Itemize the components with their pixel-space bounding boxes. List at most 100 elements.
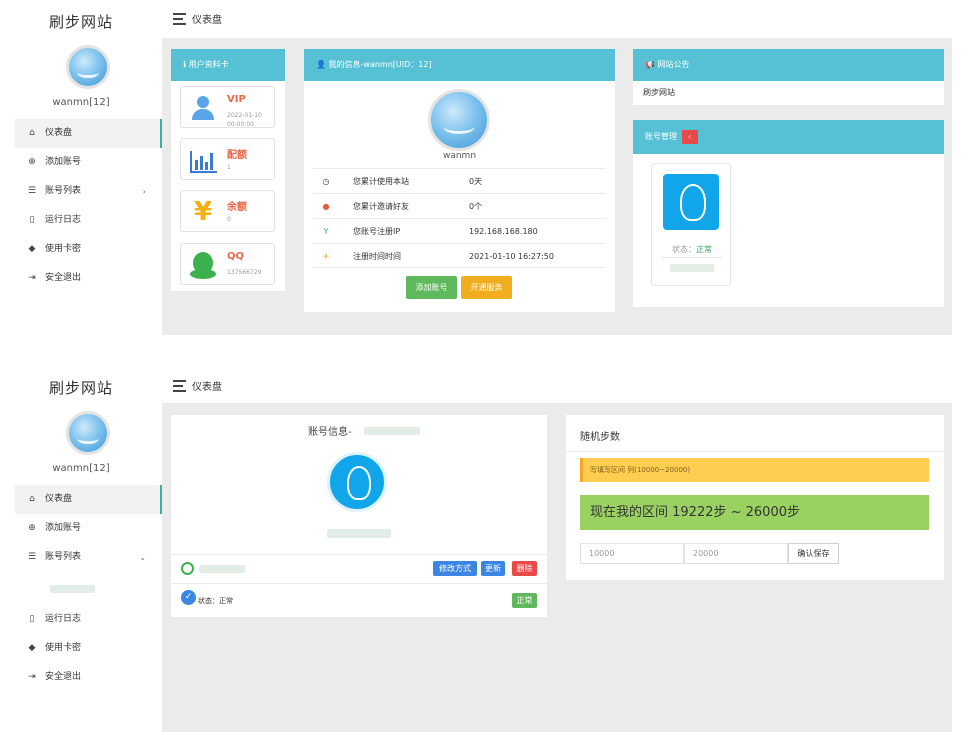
brand-title: 刷步网站 (48, 13, 113, 31)
top-bar: 仪表盘 (162, 367, 952, 403)
status-badge: 正常 (512, 593, 537, 608)
exit-icon: ⇥ (28, 672, 36, 682)
sidebar-item-run-log[interactable]: ▯ 运行日志 (15, 605, 162, 634)
plane-icon: ✈ (322, 252, 330, 261)
sidebar-item-use-card[interactable]: ◆ 使用卡密 (15, 235, 162, 264)
plus-circle-icon: ⊕ (28, 157, 36, 167)
sidebar-item-add-account[interactable]: ⊕ 添加账号 (15, 148, 162, 177)
open-service-button[interactable]: 开通服务 (461, 276, 512, 299)
notice-header: 📢 网站公告 (633, 49, 944, 81)
user-small-icon: ● (322, 202, 330, 211)
info-label: 您累计邀请好友 (353, 202, 409, 211)
collapse-badge[interactable]: ‹ (681, 129, 698, 144)
add-account-button[interactable]: 添加账号 (406, 276, 457, 299)
info-label: 您累计使用本站 (353, 177, 409, 186)
masked-account-id (670, 264, 714, 272)
account-mgmt-header: 账号管理 ‹ (633, 120, 944, 154)
main-content: 账号信息- 修改方式 更新 删除 ✓ 状态：正常 正常 随机步数 写填写区间 列… (162, 403, 952, 732)
qq-tile[interactable]: QQ 137566729 (180, 243, 275, 285)
min-steps-input[interactable]: 10000 (580, 543, 684, 564)
info-value: 0个 (469, 202, 483, 211)
my-info-header: 👤 我的信息-wanmn[UID：12] (304, 49, 615, 81)
sidebar-item-logout[interactable]: ⇥ 安全退出 (15, 264, 162, 293)
my-info-name: wanmn (442, 151, 477, 161)
sidebar-item-dashboard[interactable]: ⌂ 仪表盘 (15, 119, 162, 148)
exit-icon: ⇥ (28, 273, 36, 283)
info-row-ip: Y 您账号注册IP 192.168.168.180 (313, 218, 606, 243)
sidebar-nav: ⌂ 仪表盘 ⊕ 添加账号 ☰ 账号列表 ⌄ ▯ 运行日志 ◆ 使用卡密 ⇥ 安全… (15, 485, 162, 692)
bar-chart-icon (188, 145, 218, 175)
home-icon: ⌂ (29, 128, 35, 138)
sidebar-item-run-log[interactable]: ▯ 运行日志 (15, 206, 162, 235)
sidebar-item-use-card[interactable]: ◆ 使用卡密 (15, 634, 162, 663)
menu-toggle-icon[interactable] (173, 13, 186, 28)
file-icon: ▯ (29, 215, 35, 225)
account-info-title: 账号信息- (308, 427, 352, 438)
my-info-card: 👤 我的信息-wanmn[UID：12] wanmn ◷ 您累计使用本站 0天 … (304, 49, 615, 312)
info-row-regtime: ✈ 注册时间时间 2021-01-10 16:27:50 (313, 243, 606, 268)
sidebar-item-label: 仪表盘 (45, 494, 73, 504)
status-label: 状态： (672, 245, 696, 254)
profile-card: ℹ 用户资料卡 VIP 2022-01-10 00:00:00 配额 1 ¥ 余… (171, 49, 285, 291)
info-value: 2021-01-10 16:27:50 (469, 252, 554, 261)
sidebar-nav: ⌂ 仪表盘 ⊕ 添加账号 ☰ 账号列表 › ▯ 运行日志 ◆ 使用卡密 ⇥ 安全… (15, 119, 162, 293)
delete-button[interactable]: 删除 (512, 561, 537, 576)
brand-title: 刷步网站 (48, 379, 113, 397)
confirm-save-button[interactable]: 确认保存 (788, 543, 839, 564)
sidebar-item-label: 账号列表 (45, 552, 82, 562)
update-button[interactable]: 更新 (481, 561, 505, 576)
sidebar-item-add-account[interactable]: ⊕ 添加账号 (15, 514, 162, 543)
modify-method-button[interactable]: 修改方式 (433, 561, 477, 576)
check-icon: ✓ (181, 590, 196, 605)
qq-number: 137566729 (227, 269, 262, 276)
sidebar-item-account-list[interactable]: ☰ 账号列表 ⌄ (15, 543, 162, 572)
yen-icon: ¥ (193, 197, 213, 227)
menu-toggle-icon[interactable] (173, 380, 186, 395)
sidebar-item-label: 安全退出 (45, 672, 82, 682)
sidebar-item-label: 运行日志 (45, 215, 82, 225)
masked-account-name (327, 529, 391, 538)
user-avatar[interactable] (66, 45, 110, 89)
balance-tile[interactable]: ¥ 余额 0 (180, 190, 275, 232)
my-info-avatar[interactable] (428, 89, 490, 151)
notice-card: 📢 网站公告 刷步网站 (633, 49, 944, 105)
my-info-title: 我的信息-wanmn[UID：12] (328, 60, 432, 69)
chevron-down-icon: ⌄ (139, 553, 146, 562)
balance-value: 0 (227, 216, 231, 223)
file-icon: ▯ (29, 614, 35, 624)
masked-account-id (364, 427, 420, 435)
info-value: 192.168.168.180 (469, 227, 538, 236)
quota-value: 1 (227, 164, 231, 171)
qq-penguin-icon (327, 452, 387, 512)
sidebar: 刷步网站 wanmn[12] ⌂ 仪表盘 ⊕ 添加账号 ☰ 账号列表 › ▯ 运… (0, 0, 162, 335)
max-steps-input[interactable]: 20000 (684, 543, 788, 564)
vip-title: VIP (227, 94, 246, 105)
user-avatar[interactable] (66, 411, 110, 455)
dashboard-screenshot-2: 刷步网站 wanmn[12] ⌂ 仪表盘 ⊕ 添加账号 ☰ 账号列表 ⌄ ▯ 运… (0, 367, 963, 732)
quota-tile[interactable]: 配额 1 (180, 138, 275, 180)
quota-title: 配额 (227, 150, 247, 161)
sidebar-subitem-account[interactable] (15, 572, 162, 605)
sidebar: 刷步网站 wanmn[12] ⌂ 仪表盘 ⊕ 添加账号 ☰ 账号列表 ⌄ ▯ 运… (0, 367, 162, 732)
vip-expire: 2022-01-10 00:00:00 (227, 112, 262, 128)
sidebar-item-account-list[interactable]: ☰ 账号列表 › (15, 177, 162, 206)
masked-account-id (50, 585, 95, 593)
account-tile[interactable]: 状态：正常 (651, 163, 731, 286)
qq-small-icon (181, 562, 194, 575)
clock-icon: ◷ (322, 177, 330, 186)
info-label: 您账号注册IP (353, 227, 401, 236)
tag-icon: ◆ (28, 244, 36, 254)
sidebar-item-logout[interactable]: ⇥ 安全退出 (15, 663, 162, 692)
sidebar-item-dashboard[interactable]: ⌂ 仪表盘 (15, 485, 162, 514)
divider (171, 554, 547, 555)
info-row-days: ◷ 您累计使用本站 0天 (313, 168, 606, 193)
sidebar-item-label: 安全退出 (45, 273, 82, 283)
top-bar: 仪表盘 (162, 0, 952, 38)
profile-card-header: ℹ 用户资料卡 (171, 49, 285, 81)
page-title: 仪表盘 (192, 15, 222, 26)
info-value: 0天 (469, 177, 483, 186)
vip-tile[interactable]: VIP 2022-01-10 00:00:00 (180, 86, 275, 128)
hint-bar: 写填写区间 列(10000~20000) (580, 458, 929, 482)
user-small-icon: 👤 (316, 60, 329, 69)
page-title: 仪表盘 (192, 382, 222, 393)
